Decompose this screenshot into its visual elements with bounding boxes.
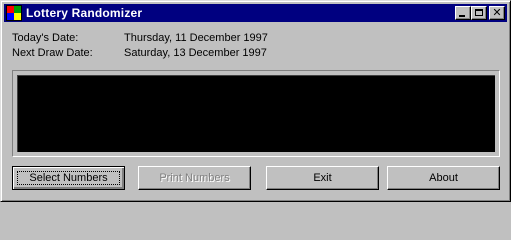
lottery-window: Lottery Randomizer ✕ Today's Date: Thurs… xyxy=(0,0,511,202)
exit-label: Exit xyxy=(313,172,332,184)
minimize-button[interactable] xyxy=(455,6,471,20)
close-button[interactable]: ✕ xyxy=(489,6,505,20)
app-icon[interactable] xyxy=(6,5,22,21)
title-bar[interactable]: Lottery Randomizer ✕ xyxy=(4,4,507,22)
close-icon: ✕ xyxy=(492,6,502,19)
minimize-icon xyxy=(459,15,465,17)
print-numbers-label: Print Numbers xyxy=(159,172,230,184)
about-label: About xyxy=(429,172,458,184)
todays-date-value: Thursday, 11 December 1997 xyxy=(124,32,268,44)
next-draw-date-value: Saturday, 13 December 1997 xyxy=(124,47,267,59)
select-numbers-button[interactable]: Select Numbers xyxy=(12,166,125,190)
next-draw-date-label: Next Draw Date: xyxy=(12,47,93,59)
about-button[interactable]: About xyxy=(387,166,500,190)
select-numbers-label: Select Numbers xyxy=(29,172,108,184)
window-title: Lottery Randomizer xyxy=(26,6,143,20)
print-numbers-button[interactable]: Print Numbers xyxy=(138,166,251,190)
exit-button[interactable]: Exit xyxy=(266,166,379,190)
todays-date-label: Today's Date: xyxy=(12,32,79,44)
numbers-display-frame xyxy=(12,70,500,157)
numbers-display xyxy=(17,75,495,152)
maximize-button[interactable] xyxy=(471,6,487,20)
maximize-icon xyxy=(475,9,483,16)
